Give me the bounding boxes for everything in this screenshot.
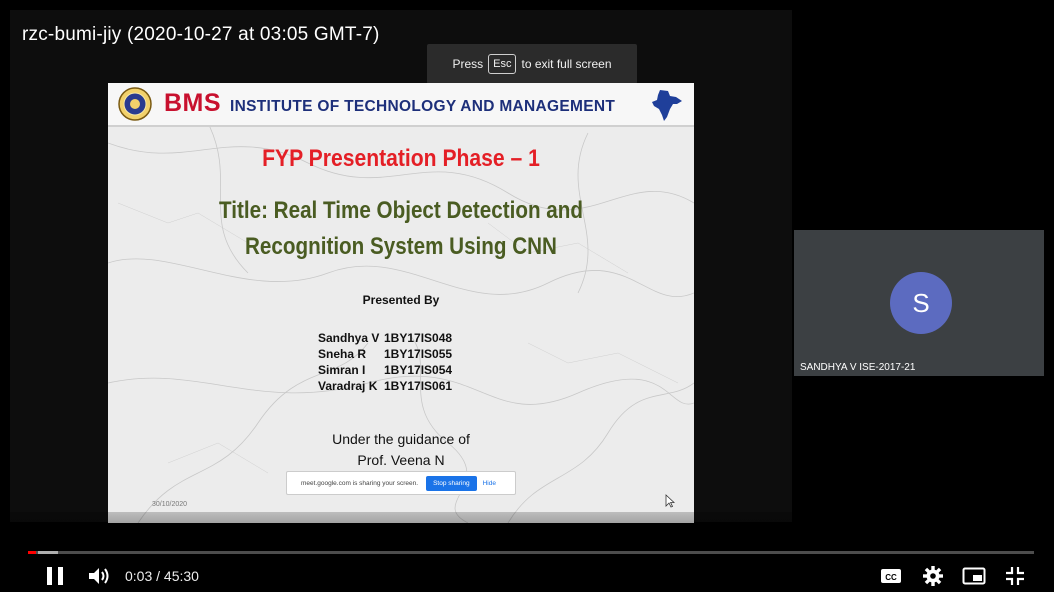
participant-tile: S SANDHYA V ISE-2017-21 (794, 230, 1044, 376)
india-map-icon (652, 90, 682, 121)
bms-brand: BMS (164, 89, 222, 117)
guidance-label: Under the guidance of (332, 431, 470, 447)
member-usn: 1BY17IS048 (384, 331, 453, 345)
time-display: 0:03 / 45:30 (125, 568, 199, 584)
volume-icon[interactable] (88, 566, 112, 586)
settings-icon[interactable] (922, 565, 944, 587)
institute-name: INSTITUTE OF TECHNOLOGY AND MANAGEMENT (230, 98, 616, 115)
member-name: Simran I (318, 363, 366, 377)
member-usn: 1BY17IS055 (384, 347, 453, 361)
member-name: Sneha R (318, 347, 367, 361)
pause-icon[interactable] (46, 566, 64, 586)
slide-title-line-1: Title: Real Time Object Detection and (219, 197, 583, 224)
bms-logo-icon (118, 87, 152, 121)
video-title: rzc-bumi-jiy (2020-10-27 at 03:05 GMT-7) (22, 24, 380, 45)
fullscreen-hint-suffix: to exit full screen (521, 57, 612, 71)
slide-title-line-2: Recognition System Using CNN (245, 233, 557, 260)
fullscreen-hint-prefix: Press (452, 57, 484, 71)
fullscreen-hint: Press Esc to exit full screen (427, 44, 637, 84)
team-member: Sandhya V 1BY17IS048 (318, 331, 452, 345)
captions-icon[interactable]: CC (880, 566, 902, 586)
presented-by-label: Presented By (362, 293, 440, 307)
slide-date: 30/10/2020 (152, 501, 188, 508)
miniplayer-icon[interactable] (962, 566, 986, 586)
hide-button[interactable]: Hide (483, 480, 496, 487)
slide-phase-heading: FYP Presentation Phase – 1 (262, 145, 540, 172)
participant-name: SANDHYA V ISE-2017-21 (800, 362, 916, 373)
stop-sharing-button[interactable]: Stop sharing (426, 475, 477, 491)
exit-fullscreen-icon[interactable] (1004, 565, 1026, 587)
team-member: Varadraj K 1BY17IS061 (318, 379, 452, 393)
share-message: meet.google.com is sharing your screen. (301, 479, 419, 487)
participant-avatar: S (890, 272, 952, 334)
member-name: Sandhya V (318, 331, 380, 345)
member-usn: 1BY17IS061 (384, 379, 453, 393)
team-member: Simran I 1BY17IS054 (318, 363, 452, 377)
video-stage[interactable]: rzc-bumi-jiy (2020-10-27 at 03:05 GMT-7)… (10, 10, 1044, 582)
meet-recording-area: rzc-bumi-jiy (2020-10-27 at 03:05 GMT-7)… (10, 10, 792, 523)
member-name: Varadraj K (318, 379, 378, 393)
mouse-cursor-icon (665, 494, 675, 508)
progress-played (28, 551, 36, 554)
guide-name: Prof. Veena N (357, 452, 445, 468)
progress-buffered (38, 551, 58, 554)
presentation-slide: BMS INSTITUTE OF TECHNOLOGY AND MANAGEME… (108, 83, 694, 523)
team-member: Sneha R 1BY17IS055 (318, 347, 452, 361)
progress-bar[interactable] (28, 551, 1034, 554)
esc-key: Esc (488, 54, 517, 74)
svg-text:CC: CC (885, 573, 897, 582)
member-usn: 1BY17IS054 (384, 363, 453, 377)
screen-share-bar: meet.google.com is sharing your screen. … (286, 471, 516, 495)
